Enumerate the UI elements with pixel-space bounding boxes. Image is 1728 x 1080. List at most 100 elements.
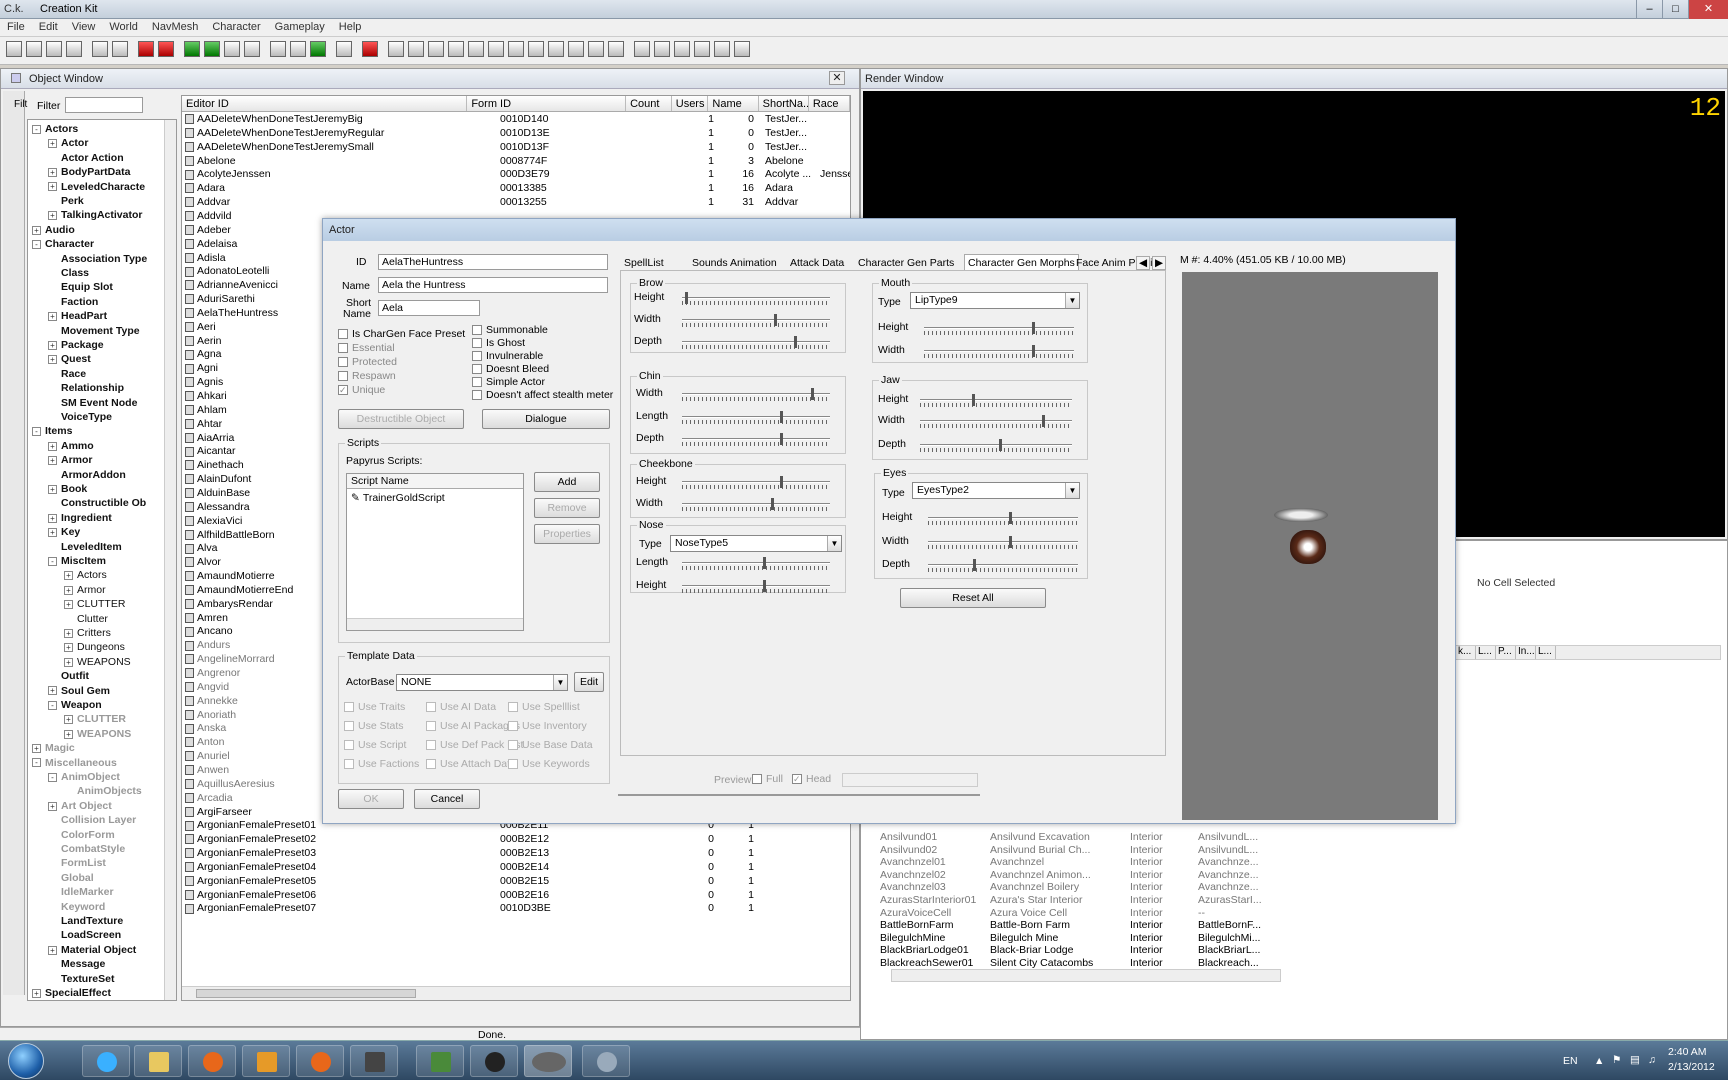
column-header[interactable]: In... <box>1516 646 1536 659</box>
collapse-icon[interactable]: - <box>48 700 57 710</box>
table-row[interactable]: Abelone0008774F13AbeloneNordRa <box>182 155 850 169</box>
tree-node[interactable]: Class <box>48 267 89 279</box>
remove-script-button[interactable]: Remove <box>534 498 600 518</box>
checkbox[interactable] <box>508 721 518 732</box>
volume-icon[interactable]: ♫ <box>1648 1054 1656 1066</box>
slider-thumb[interactable] <box>1032 345 1035 357</box>
menu-world[interactable]: World <box>102 19 145 33</box>
expand-icon[interactable]: + <box>48 139 57 149</box>
tree-node[interactable]: + Book <box>48 483 87 495</box>
tree-scrollbar[interactable] <box>164 120 176 1000</box>
taskbar-skyrim-button[interactable] <box>524 1045 572 1077</box>
start-button[interactable] <box>8 1043 44 1079</box>
menu-navmesh[interactable]: NavMesh <box>145 19 205 33</box>
table-row[interactable]: AADeleteWhenDoneTestJeremyRegular 0010D13… <box>182 127 850 141</box>
sky-icon[interactable] <box>290 41 306 57</box>
filter-input[interactable] <box>65 97 143 113</box>
slider-thumb[interactable] <box>779 433 783 445</box>
expand-icon[interactable]: + <box>48 527 57 537</box>
slider-thumb[interactable] <box>1009 536 1012 548</box>
tree-node[interactable]: - Weapon <box>48 699 102 711</box>
cell-list-hscrollbar[interactable] <box>891 969 1281 982</box>
preferences-icon[interactable] <box>66 41 82 57</box>
table-row[interactable]: AADeleteWhenDoneTestJeremySmall 0010D13F 1… <box>182 141 850 155</box>
tree-node[interactable]: TextureSet <box>48 973 115 985</box>
cube-icon-4[interactable] <box>448 41 464 57</box>
taskbar-firefox2-button[interactable] <box>296 1045 344 1077</box>
tree-node[interactable]: ColorForm <box>48 829 115 841</box>
tree-node[interactable]: Collision Layer <box>48 814 136 826</box>
checkbox[interactable] <box>338 343 348 354</box>
brow-height-slider[interactable] <box>682 292 830 305</box>
expand-icon[interactable]: + <box>48 513 57 523</box>
expand-icon[interactable]: + <box>64 571 73 581</box>
checkbox[interactable] <box>338 371 348 382</box>
menu-gameplay[interactable]: Gameplay <box>268 19 332 33</box>
tree-node[interactable]: Clutter <box>64 613 108 625</box>
flag-checkbox[interactable]: Respawn <box>338 370 396 382</box>
taskbar-explorer-button[interactable] <box>134 1045 182 1077</box>
template-flag-checkbox[interactable]: Use Base Data <box>508 739 593 751</box>
chin-length-slider[interactable] <box>682 411 830 424</box>
tree-node[interactable]: + Quest <box>48 353 91 365</box>
render-toggle-icon[interactable] <box>138 41 154 57</box>
cancel-button[interactable]: Cancel <box>414 789 480 809</box>
tree-node[interactable]: + WEAPONS <box>64 656 131 668</box>
show-hidden-icons-icon[interactable]: ▲ <box>1594 1055 1604 1067</box>
flag-checkbox[interactable]: ✓ Unique <box>338 384 385 396</box>
tree-node[interactable]: + Armor <box>64 584 106 596</box>
table-row[interactable]: AADeleteWhenDoneTestJeremyBig 0010D140 1 0 T… <box>182 113 850 127</box>
mouth-height-slider[interactable] <box>924 322 1074 335</box>
column-header[interactable]: P... <box>1496 646 1516 659</box>
table-row[interactable]: ArgonianFemalePreset04000B2E1401Argonia <box>182 861 850 875</box>
template-flag-checkbox[interactable]: Use AI Data <box>426 701 496 713</box>
eyes-depth-slider[interactable] <box>928 559 1078 572</box>
collapse-icon[interactable]: - <box>32 239 41 249</box>
collapse-icon[interactable]: - <box>48 772 57 782</box>
column-header[interactable]: Count <box>626 96 672 111</box>
grid-icon[interactable] <box>244 41 260 57</box>
tree-node[interactable]: + CLUTTER <box>64 713 126 725</box>
table-row[interactable]: ArgonianFemalePreset070010D3BE01Argonia <box>182 902 850 916</box>
eyes-height-slider[interactable] <box>928 512 1078 525</box>
tree-node[interactable]: Message <box>48 958 105 970</box>
expand-icon[interactable]: + <box>48 945 57 955</box>
tree-node[interactable]: + SpecialEffect <box>32 987 111 999</box>
id-input[interactable]: AelaTheHuntress <box>378 254 608 270</box>
tree-node[interactable]: + Material Object <box>48 944 136 956</box>
dialogue-button[interactable]: Dialogue <box>482 409 610 429</box>
slider-thumb[interactable] <box>763 580 767 592</box>
navmesh-icon[interactable] <box>224 41 240 57</box>
slider-thumb[interactable] <box>971 394 975 406</box>
cube-icon-15[interactable] <box>734 41 750 57</box>
maximize-button[interactable]: □ <box>1662 0 1688 19</box>
tree-node[interactable]: LoadScreen <box>48 929 121 941</box>
expand-icon[interactable]: + <box>64 657 73 667</box>
checkbox[interactable] <box>508 740 518 751</box>
template-flag-checkbox[interactable]: Use Script <box>344 739 406 751</box>
clock-date[interactable]: 2/13/2012 <box>1668 1061 1715 1073</box>
slider-thumb[interactable] <box>770 498 774 510</box>
close-button[interactable]: ✕ <box>1688 0 1728 19</box>
tree-node[interactable]: LandTexture <box>48 915 123 927</box>
open-file-icon[interactable] <box>26 41 42 57</box>
tree-node[interactable]: - AnimObject <box>48 771 120 783</box>
tree-node[interactable]: Relationship <box>48 382 124 394</box>
tree-node[interactable]: + LeveledCharacte <box>48 181 145 193</box>
tree-node[interactable]: + Armor <box>48 454 93 466</box>
tree-node[interactable]: - MiscItem <box>48 555 106 567</box>
taskbar-app-button[interactable] <box>350 1045 398 1077</box>
slider-thumb[interactable] <box>973 559 976 571</box>
edit-template-button[interactable]: Edit <box>574 672 604 692</box>
tree-node[interactable]: + Magic <box>32 742 75 754</box>
expand-icon[interactable]: + <box>48 801 57 811</box>
taskbar-ie-button[interactable] <box>82 1045 130 1077</box>
expand-icon[interactable]: + <box>48 311 57 321</box>
properties-button[interactable]: Properties <box>534 524 600 544</box>
template-flag-checkbox[interactable]: Use Stats <box>344 720 404 732</box>
eyes-width-slider[interactable] <box>928 536 1078 549</box>
nose-height-slider[interactable] <box>682 580 830 593</box>
head-checkbox[interactable]: ✓ Head <box>792 773 831 785</box>
slider-thumb[interactable] <box>794 336 798 348</box>
tab-attack-data[interactable]: Attack Data <box>790 257 844 269</box>
